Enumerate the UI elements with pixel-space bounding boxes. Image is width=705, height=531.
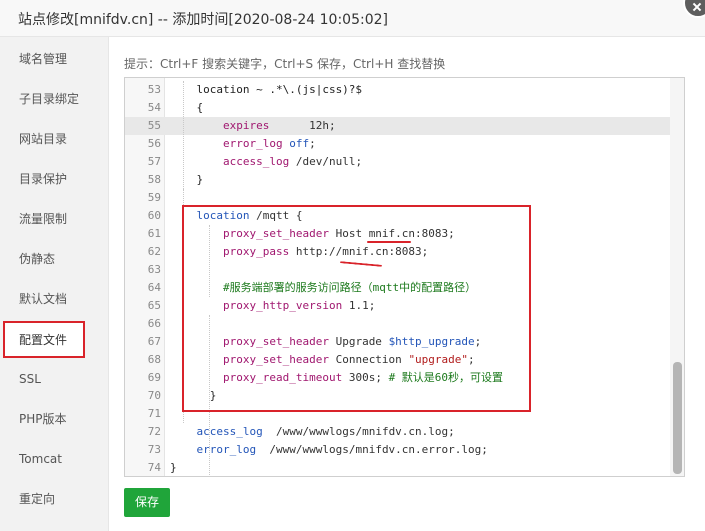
code-text: error_log /www/wwwlogs/mnifdv.cn.error.l… — [170, 441, 488, 459]
line-number: 70 — [147, 389, 161, 402]
line-number: 60 — [147, 209, 161, 222]
code-token: { — [170, 101, 204, 114]
code-text: access_log /dev/null; — [170, 153, 362, 171]
sidebar-item-tomcat[interactable]: Tomcat — [0, 439, 108, 479]
line-number: 54 — [147, 101, 161, 114]
code-text: error_log off; — [170, 135, 316, 153]
annotation-underline-host — [367, 241, 411, 243]
line-number: 74 — [147, 461, 161, 474]
code-token: expires — [222, 119, 270, 132]
line-number: 57 — [147, 155, 161, 168]
code-token: /www/wwwlogs/mnifdv.cn.log; — [262, 425, 455, 438]
code-line[interactable]: 55 expires 12h; — [125, 117, 670, 135]
code-line[interactable]: 73 error_log /www/wwwlogs/mnifdv.cn.erro… — [125, 441, 670, 459]
line-number: 68 — [147, 353, 161, 366]
code-line[interactable]: 57 access_log /dev/null; — [125, 153, 670, 171]
sidebar: 域名管理 子目录绑定 网站目录 目录保护 流量限制 伪静态 默认文档 配置文件 … — [0, 37, 109, 531]
code-text: { — [170, 99, 203, 117]
line-number: 62 — [147, 245, 161, 258]
line-number: 56 — [147, 137, 161, 150]
sidebar-item-ssl[interactable]: SSL — [0, 359, 108, 399]
line-number: 69 — [147, 371, 161, 384]
code-token: error_log — [196, 443, 257, 456]
code-token: error_log — [222, 137, 283, 150]
code-line[interactable]: 53 location ~ .*\.(js|css)?$ — [125, 81, 670, 99]
code-line[interactable]: 56 error_log off; — [125, 135, 670, 153]
line-number: 66 — [147, 317, 161, 330]
line-number: 61 — [147, 227, 161, 240]
code-token: access_log — [222, 155, 290, 168]
line-number: 71 — [147, 407, 161, 420]
code-line[interactable]: 74} — [125, 459, 670, 476]
save-button[interactable]: 保存 — [124, 488, 170, 517]
line-number: 64 — [147, 281, 161, 294]
scrollbar-thumb[interactable] — [673, 362, 682, 474]
line-number: 65 — [147, 299, 161, 312]
line-number: 53 — [147, 83, 161, 96]
code-token: 12h; — [269, 119, 336, 132]
code-token: } — [170, 461, 177, 474]
code-line[interactable]: 72 access_log /www/wwwlogs/mnifdv.cn.log… — [125, 423, 670, 441]
line-number: 59 — [147, 191, 161, 204]
code-text: location ~ .*\.(js|css)?$ — [170, 81, 362, 99]
code-line[interactable]: 58 } — [125, 171, 670, 189]
editor-hint: 提示：Ctrl+F 搜索关键字，Ctrl+S 保存，Ctrl+H 查找替换 — [124, 57, 446, 71]
code-token: ; — [309, 137, 316, 150]
window-title: 站点修改[mnifdv.cn] -- 添加时间[2020-08-24 10:05… — [18, 12, 388, 28]
line-number: 67 — [147, 335, 161, 348]
line-number: 55 — [147, 119, 161, 132]
code-token: access_log — [196, 425, 263, 438]
code-token: } — [170, 173, 204, 186]
code-text: access_log /www/wwwlogs/mnifdv.cn.log; — [170, 423, 455, 441]
code-text: } — [170, 459, 177, 476]
sidebar-item-config-file[interactable]: 配置文件 — [3, 321, 85, 358]
sidebar-item-php-version[interactable]: PHP版本 — [0, 399, 108, 439]
line-number: 73 — [147, 443, 161, 456]
sidebar-item-site-dir[interactable]: 网站目录 — [0, 119, 108, 159]
code-text: } — [170, 171, 203, 189]
sidebar-item-redirect[interactable]: 重定向 — [0, 479, 108, 519]
sidebar-item-default-doc[interactable]: 默认文档 — [0, 279, 108, 319]
annotation-highlight-box — [182, 205, 531, 412]
code-token: /dev/null; — [289, 155, 363, 168]
code-token: location ~ .*\.(js|css)?$ — [170, 83, 363, 96]
code-token: /www/wwwlogs/mnifdv.cn.error.log; — [256, 443, 488, 456]
code-text: expires 12h; — [170, 117, 336, 135]
sidebar-item-dir-protect[interactable]: 目录保护 — [0, 159, 108, 199]
line-number: 58 — [147, 173, 161, 186]
editor-scrollbar[interactable] — [670, 78, 684, 476]
code-token: off — [289, 137, 310, 150]
window-titlebar: 站点修改[mnifdv.cn] -- 添加时间[2020-08-24 10:05… — [0, 0, 705, 37]
indent-guide — [183, 81, 184, 189]
sidebar-item-subdir[interactable]: 子目录绑定 — [0, 79, 108, 119]
line-number: 63 — [147, 263, 161, 276]
sidebar-item-rewrite[interactable]: 伪静态 — [0, 239, 108, 279]
line-number: 72 — [147, 425, 161, 438]
sidebar-item-domain[interactable]: 域名管理 — [0, 39, 108, 79]
code-line[interactable]: 54 { — [125, 99, 670, 117]
sidebar-item-traffic[interactable]: 流量限制 — [0, 199, 108, 239]
